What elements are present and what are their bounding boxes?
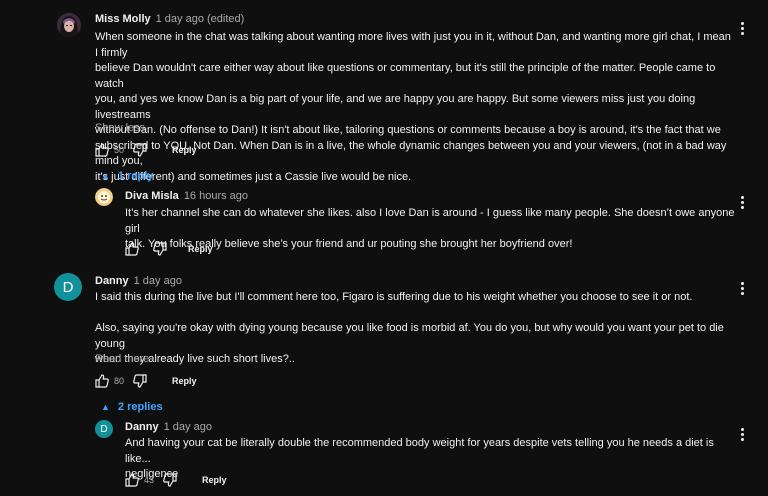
thumbs-up-icon[interactable] bbox=[94, 373, 110, 389]
author-name[interactable]: Danny bbox=[125, 421, 159, 433]
comment-timestamp[interactable]: 16 hours ago bbox=[184, 190, 248, 202]
comment-text-line: It’s her channel she can do whatever she… bbox=[125, 207, 735, 235]
comment-actions: Reply bbox=[124, 241, 213, 257]
comment-timestamp[interactable]: 1 day ago (edited) bbox=[156, 13, 245, 25]
avatar-letter: D bbox=[100, 423, 108, 435]
read-more-link[interactable]: Read more bbox=[95, 353, 149, 365]
comment-author[interactable]: Danny 1 day ago bbox=[95, 275, 182, 287]
thumbs-up-icon[interactable] bbox=[94, 142, 110, 158]
avatar-miss-molly[interactable] bbox=[57, 13, 81, 37]
reply-button[interactable]: Reply bbox=[172, 376, 197, 386]
replies-toggle-label[interactable]: 1 reply bbox=[118, 170, 153, 182]
replies-toggle[interactable]: ▲ 1 reply bbox=[101, 170, 153, 182]
comment-actions: 50 Reply bbox=[94, 142, 197, 158]
avatar-danny[interactable]: D bbox=[54, 273, 82, 301]
avatar-letter: D bbox=[62, 278, 74, 296]
avatar-image bbox=[57, 13, 81, 37]
comment-text: When someone in the chat was talking abo… bbox=[95, 30, 735, 185]
comment-text-line bbox=[95, 306, 735, 322]
thumbs-up-icon[interactable] bbox=[124, 241, 140, 257]
reply-button[interactable]: Reply bbox=[188, 244, 213, 254]
comment-menu-button[interactable] bbox=[739, 428, 745, 444]
comment-text-line: you, and yes we know Dan is a big part o… bbox=[95, 93, 696, 121]
comment-actions: 43 Reply bbox=[124, 472, 227, 488]
avatar-danny[interactable]: D bbox=[95, 420, 113, 438]
reply-button[interactable]: Reply bbox=[172, 145, 197, 155]
comment-text-line: believe Dan wouldn't care either way abo… bbox=[95, 62, 716, 90]
author-name[interactable]: Diva Misla bbox=[125, 190, 179, 202]
comment-text: I said this during the live but I'll com… bbox=[95, 290, 735, 368]
avatar-image bbox=[95, 188, 113, 206]
replies-toggle-label[interactable]: 2 replies bbox=[118, 401, 163, 413]
comment-timestamp[interactable]: 1 day ago bbox=[134, 275, 182, 287]
caret-up-icon: ▲ bbox=[101, 402, 110, 412]
comment-actions: 80 Reply bbox=[94, 373, 197, 389]
comment-text-line: And having your cat be literally double … bbox=[125, 437, 714, 465]
caret-up-icon: ▲ bbox=[101, 171, 110, 181]
avatar-diva-misla[interactable] bbox=[95, 188, 113, 206]
comment-text-line: talk. You folks really believe she’s you… bbox=[125, 238, 573, 250]
thumbs-down-icon[interactable] bbox=[162, 472, 178, 488]
show-less-link[interactable]: Show less bbox=[95, 122, 145, 134]
thumbs-down-icon[interactable] bbox=[132, 373, 148, 389]
comment-text-line: it's just different) and sometimes just … bbox=[95, 170, 412, 183]
author-name[interactable]: Danny bbox=[95, 275, 129, 287]
thumbs-down-icon[interactable] bbox=[152, 241, 168, 257]
like-count: 50 bbox=[114, 145, 125, 155]
like-count: 80 bbox=[114, 376, 125, 386]
like-count: 43 bbox=[144, 475, 155, 485]
comment-text: It’s her channel she can do whatever she… bbox=[125, 206, 735, 253]
comment-author[interactable]: Danny 1 day ago bbox=[125, 421, 212, 433]
comment-author[interactable]: Miss Molly 1 day ago (edited) bbox=[95, 13, 244, 25]
comment-author[interactable]: Diva Misla 16 hours ago bbox=[125, 190, 248, 202]
comment-menu-button[interactable] bbox=[739, 196, 745, 212]
replies-toggle[interactable]: ▲ 2 replies bbox=[101, 401, 163, 413]
author-name[interactable]: Miss Molly bbox=[95, 13, 151, 25]
comment-menu-button[interactable] bbox=[739, 282, 745, 298]
comment-text-line: when they already live such short lives?… bbox=[95, 353, 295, 365]
thumbs-down-icon[interactable] bbox=[132, 142, 148, 158]
reply-button[interactable]: Reply bbox=[202, 475, 227, 485]
thumbs-up-icon[interactable] bbox=[124, 472, 140, 488]
comment-text-line: without Dan. (No offense to Dan!) It isn… bbox=[95, 124, 721, 136]
comment-timestamp[interactable]: 1 day ago bbox=[164, 421, 212, 433]
comment-text-line: When someone in the chat was talking abo… bbox=[95, 31, 731, 59]
comment-text-line: Also, saying you're okay with dying youn… bbox=[95, 322, 724, 350]
comment-menu-button[interactable] bbox=[739, 22, 745, 38]
comment-text-line: I said this during the live but I'll com… bbox=[95, 291, 693, 303]
